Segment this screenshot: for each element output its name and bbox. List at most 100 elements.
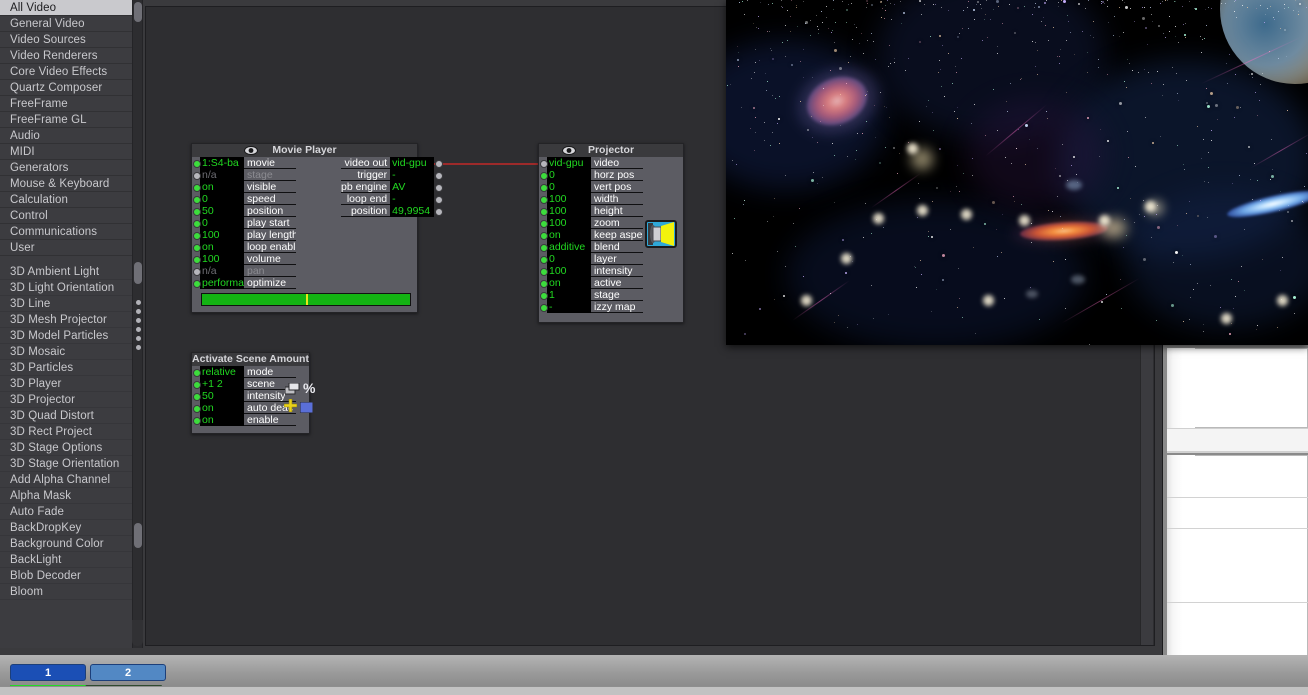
sidebar-actor-3d-mosaic[interactable]: 3D Mosaic xyxy=(0,344,132,360)
parameter-plug-icon[interactable] xyxy=(192,181,201,193)
eye-icon[interactable] xyxy=(244,146,258,155)
sidebar-actor-3d-quad-distort[interactable]: 3D Quad Distort xyxy=(0,408,132,424)
parameter-value[interactable]: 100 xyxy=(200,229,244,241)
sidebar-actor-backdropkey[interactable]: BackDropKey xyxy=(0,520,132,536)
parameter-row[interactable]: - izzy map xyxy=(539,301,643,313)
parameter-value[interactable]: - xyxy=(547,301,591,313)
sidebar-actor-3d-stage-orientation[interactable]: 3D Stage Orientation xyxy=(0,456,132,472)
output-value[interactable]: - xyxy=(390,169,435,181)
plus-icon[interactable] xyxy=(283,398,298,417)
parameter-plug-icon[interactable] xyxy=(192,277,201,289)
parameter-row[interactable]: 0 speed xyxy=(192,193,296,205)
parameter-row[interactable]: 100 height xyxy=(539,205,643,217)
scenes-icon[interactable] xyxy=(284,382,302,400)
sidebar-actor-3d-light-orientation[interactable]: 3D Light Orientation xyxy=(0,280,132,296)
sidebar-actor-3d-particles[interactable]: 3D Particles xyxy=(0,360,132,376)
parameter-value[interactable]: relative xyxy=(200,366,244,378)
sidebar-actor-3d-line[interactable]: 3D Line xyxy=(0,296,132,312)
parameter-plug-icon[interactable] xyxy=(539,229,548,241)
sidebar-category-calculation[interactable]: Calculation xyxy=(0,192,132,208)
parameter-plug-icon[interactable] xyxy=(192,414,201,426)
sidebar-actor-3d-mesh-projector[interactable]: 3D Mesh Projector xyxy=(0,312,132,328)
parameter-row[interactable]: 100 play length xyxy=(192,229,296,241)
sidebar-actor-backlight[interactable]: BackLight xyxy=(0,552,132,568)
output-row[interactable]: pb engine AV xyxy=(341,181,444,193)
parameter-row[interactable]: onkeep aspect xyxy=(539,229,643,241)
output-value[interactable]: 49,9954 xyxy=(390,205,435,217)
parameter-plug-icon[interactable] xyxy=(192,157,201,169)
projector-input-rows[interactable]: vid-gpu video 0 horz pos 0 vert pos 100 width 10… xyxy=(539,157,643,313)
parameter-row[interactable]: on active xyxy=(539,277,643,289)
parameter-plug-icon[interactable] xyxy=(539,205,548,217)
sidebar-category-freeframe[interactable]: FreeFrame xyxy=(0,96,132,112)
parameter-plug-icon[interactable] xyxy=(192,253,201,265)
node-projector[interactable]: Projector vid-gpu video 0 horz pos 0 vert pos… xyxy=(538,143,684,323)
actor-list[interactable]: 3D Ambient Light 3D Light Orientation 3D L… xyxy=(0,264,132,600)
parameter-plug-icon[interactable] xyxy=(192,378,201,390)
parameter-row[interactable]: n/a stage xyxy=(192,169,296,181)
sidebar-category-communications[interactable]: Communications xyxy=(0,224,132,240)
parameter-plug-icon[interactable] xyxy=(539,181,548,193)
sidebar-category-midi[interactable]: MIDI xyxy=(0,144,132,160)
output-plug-icon[interactable] xyxy=(434,181,444,193)
output-row[interactable]: trigger - xyxy=(341,169,444,181)
sidebar-actor-auto-fade[interactable]: Auto Fade xyxy=(0,504,132,520)
output-row[interactable]: video out vid-gpu xyxy=(341,157,444,169)
parameter-row[interactable]: 1:S4-ba movie xyxy=(192,157,296,169)
sidebar-actor-3d-projector[interactable]: 3D Projector xyxy=(0,392,132,408)
parameter-value[interactable]: 100 xyxy=(547,217,591,229)
sidebar-category-video-renderers[interactable]: Video Renderers xyxy=(0,48,132,64)
actor-browser-sidebar[interactable]: All Video General Video Video Sources Video… xyxy=(0,0,132,648)
parameter-row[interactable]: 0 vert pos xyxy=(539,181,643,193)
sidebar-actor-3d-stage-options[interactable]: 3D Stage Options xyxy=(0,440,132,456)
movie-player-input-rows[interactable]: 1:S4-ba movie n/a stage on visible 0 speed 50 pos… xyxy=(192,157,296,289)
movie-player-output-rows[interactable]: video out vid-gpu trigger - pb engine AV loop … xyxy=(341,157,444,289)
sidebar-category-all-video[interactable]: All Video xyxy=(0,0,132,16)
parameter-value[interactable]: +1 2 xyxy=(200,378,244,390)
parameter-row[interactable]: 1 stage xyxy=(539,289,643,301)
sidebar-category-user[interactable]: User xyxy=(0,240,132,256)
parameter-plug-icon[interactable] xyxy=(192,229,201,241)
parameter-plug-icon[interactable] xyxy=(539,169,548,181)
activate-scene-input-rows[interactable]: relative mode +1 2 scene 50 intensity on auto d… xyxy=(192,366,296,426)
parameter-row[interactable]: 100 volume xyxy=(192,253,296,265)
parameter-row[interactable]: 0 layer xyxy=(539,253,643,265)
parameter-value[interactable]: on xyxy=(200,241,244,253)
output-plug-icon[interactable] xyxy=(434,193,444,205)
parameter-plug-icon[interactable] xyxy=(539,157,548,169)
parameter-row[interactable]: +1 2 scene xyxy=(192,378,296,390)
parameter-row[interactable]: n/a pan xyxy=(192,265,296,277)
parameter-value[interactable]: 0 xyxy=(200,193,244,205)
parameter-row[interactable]: 0 play start xyxy=(192,217,296,229)
scene-tab-1[interactable]: 1 xyxy=(10,664,86,681)
movie-player-progress-bar[interactable] xyxy=(201,293,411,306)
sidebar-scrollbar-thumb-top[interactable] xyxy=(134,2,142,22)
parameter-value[interactable]: 100 xyxy=(547,193,591,205)
output-value[interactable]: vid-gpu xyxy=(390,157,435,169)
sidebar-actor-background-color[interactable]: Background Color xyxy=(0,536,132,552)
parameter-row[interactable]: relative mode xyxy=(192,366,296,378)
sidebar-scrollbar-thumb-category[interactable] xyxy=(134,262,142,284)
sidebar-actor-alpha-mask[interactable]: Alpha Mask xyxy=(0,488,132,504)
output-row[interactable]: loop end - xyxy=(341,193,444,205)
node-activate-scene-titlebar[interactable]: Activate Scene Amount xyxy=(192,353,309,366)
sidebar-actor-3d-player[interactable]: 3D Player xyxy=(0,376,132,392)
percent-icon[interactable]: % xyxy=(303,381,315,395)
parameter-value[interactable]: 1 xyxy=(547,289,591,301)
output-value[interactable]: AV xyxy=(390,181,435,193)
parameter-plug-icon[interactable] xyxy=(192,217,201,229)
parameter-plug-icon[interactable] xyxy=(539,241,548,253)
parameter-row[interactable]: 100 zoom xyxy=(539,217,643,229)
parameter-value[interactable]: 100 xyxy=(200,253,244,265)
parameter-row[interactable]: 50 position xyxy=(192,205,296,217)
parameter-value[interactable]: n/a xyxy=(200,169,244,181)
scene-tab-2[interactable]: 2 xyxy=(90,664,166,681)
output-plug-icon[interactable] xyxy=(434,169,444,181)
sidebar-resize-grip[interactable] xyxy=(136,300,142,354)
parameter-plug-icon[interactable] xyxy=(192,402,201,414)
parameter-value[interactable]: on xyxy=(547,277,591,289)
parameter-row[interactable]: on auto deac xyxy=(192,402,296,414)
parameter-plug-icon[interactable] xyxy=(192,193,201,205)
parameter-value[interactable]: 100 xyxy=(547,265,591,277)
movie-player-playhead[interactable] xyxy=(306,294,308,305)
